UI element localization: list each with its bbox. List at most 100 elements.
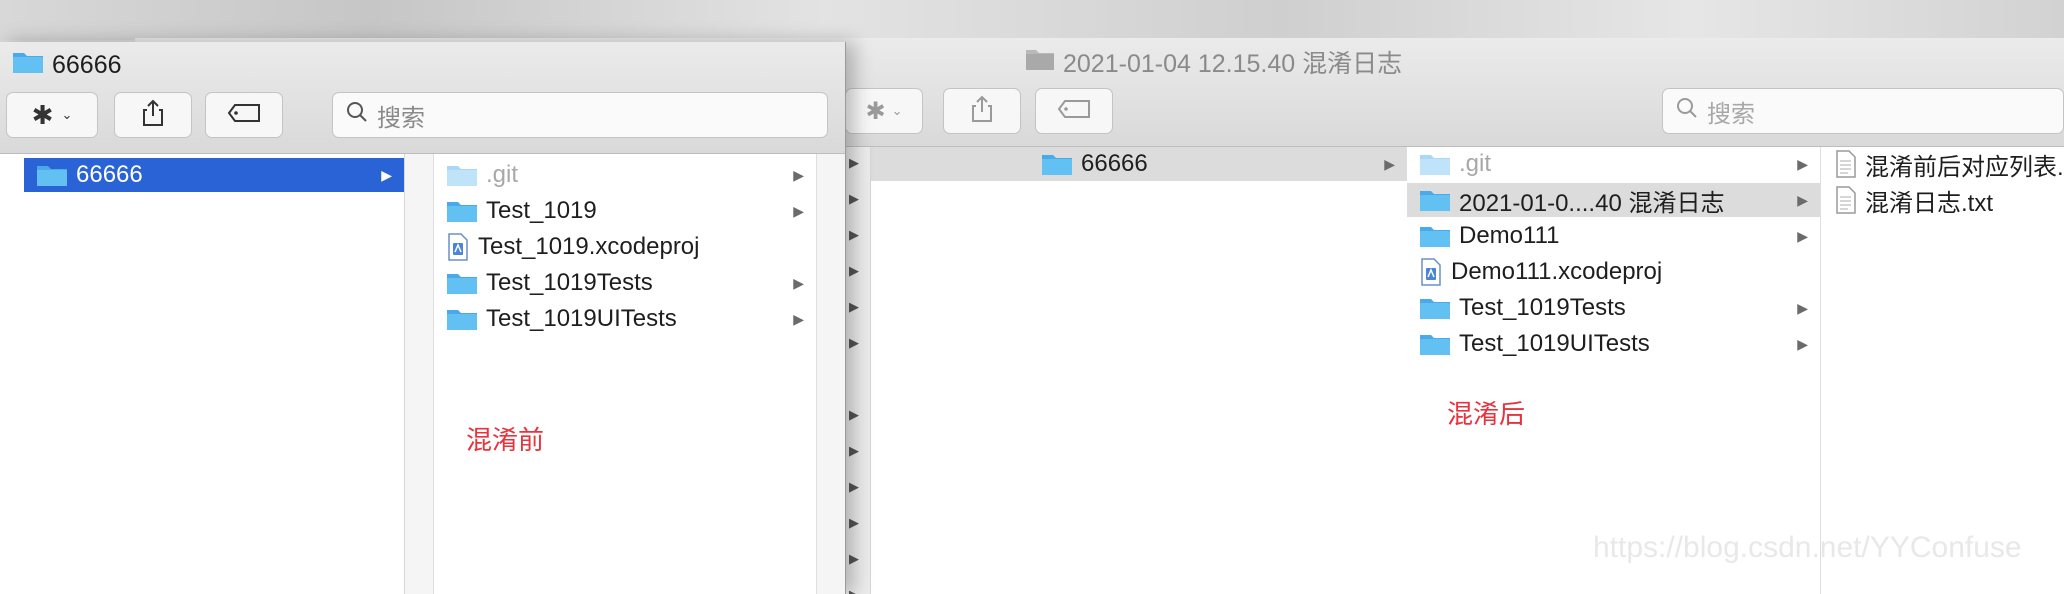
list-item-label: Test_1019 bbox=[486, 197, 597, 224]
search-field[interactable]: 搜索 bbox=[1662, 88, 2064, 134]
tags-button[interactable] bbox=[1035, 88, 1113, 134]
list-item[interactable]: 2021-01-0....40 混淆日志 ▶ bbox=[1407, 183, 1820, 217]
disclosure-arrow-icon: ▶ bbox=[849, 299, 859, 314]
list-item[interactable]: Test_1019UITests ▶ bbox=[434, 302, 816, 336]
disclosure-arrow-icon: ▶ bbox=[849, 443, 859, 458]
column-browser: 66666 ▶ .git ▶ Test_1019 ▶ Test_1019.xcodepr… bbox=[0, 154, 845, 594]
list-item-label: Test_1019Tests bbox=[1459, 294, 1626, 321]
disclosure-arrow-icon: ▶ bbox=[793, 202, 804, 219]
share-button[interactable] bbox=[114, 92, 192, 138]
chevron-down-icon: ⌄ bbox=[891, 103, 903, 118]
list-item[interactable]: 66666 ▶ bbox=[24, 158, 404, 192]
gear-icon: ✱ bbox=[31, 99, 54, 130]
search-icon bbox=[1675, 96, 1699, 127]
folder-icon bbox=[12, 50, 44, 81]
column-divider bbox=[817, 154, 845, 594]
list-item-label: Test_1019UITests bbox=[486, 305, 677, 332]
disclosure-arrow-icon: ▶ bbox=[849, 407, 859, 422]
list-item-label: 混淆日志.txt bbox=[1865, 189, 1994, 217]
list-item[interactable]: Test_1019UITests ▶ bbox=[1407, 327, 1820, 361]
after-annotation: 混淆后 bbox=[1447, 399, 1526, 429]
share-icon bbox=[971, 95, 993, 128]
list-item[interactable]: 混淆日志.txt bbox=[1821, 183, 2064, 217]
action-menu-button[interactable]: ✱ ⌄ bbox=[845, 88, 923, 134]
folder-icon bbox=[1419, 296, 1451, 320]
disclosure-arrow-icon: ▶ bbox=[793, 166, 804, 183]
disclosure-arrow-icon: ▶ bbox=[1797, 299, 1808, 316]
column-1: 66666 ▶ bbox=[871, 147, 1408, 594]
list-item-label: .git bbox=[1459, 150, 1492, 177]
column-2: .git ▶ 2021-01-0....40 混淆日志 ▶ Demo111 ▶ Demo11… bbox=[1407, 147, 1821, 594]
folder-icon bbox=[1419, 152, 1451, 176]
share-button[interactable] bbox=[943, 88, 1021, 134]
before-annotation: 混淆前 bbox=[466, 425, 545, 455]
list-item[interactable]: 66666 ▶ bbox=[871, 147, 1407, 181]
disclosure-arrow-icon: ▶ bbox=[793, 274, 804, 291]
finder-window-before: 66666 ✱ ⌄ 搜索 66666 ▶ .git ▶ Test_1019 ▶ … bbox=[0, 42, 846, 594]
disclosure-arrow-icon: ▶ bbox=[793, 310, 804, 327]
titlebar: 66666 ✱ ⌄ 搜索 bbox=[0, 42, 845, 154]
list-item-label: 2021-01-0....40 混淆日志 bbox=[1459, 189, 1725, 217]
list-item-label: 混淆前后对应列表.txt bbox=[1865, 153, 2064, 181]
action-menu-button[interactable]: ✱ ⌄ bbox=[6, 92, 98, 138]
list-item[interactable]: .git ▶ bbox=[434, 158, 816, 192]
desktop-background bbox=[0, 0, 2064, 40]
disclosure-arrow-icon: ▶ bbox=[1797, 155, 1808, 172]
xcodeproj-icon bbox=[446, 233, 470, 261]
document-icon bbox=[1835, 186, 1857, 214]
disclosure-arrow-icon: ▶ bbox=[1384, 155, 1395, 172]
list-item[interactable]: Demo111.xcodeproj bbox=[1407, 255, 1820, 289]
disclosure-arrow-icon: ▶ bbox=[849, 551, 859, 566]
search-icon bbox=[345, 100, 369, 131]
disclosure-arrow-icon: ▶ bbox=[849, 263, 859, 278]
tag-icon bbox=[1057, 99, 1091, 124]
disclosure-arrow-icon: ▶ bbox=[849, 479, 859, 494]
folder-icon bbox=[446, 199, 478, 223]
document-icon bbox=[1835, 150, 1857, 178]
disclosure-arrow-icon: ▶ bbox=[849, 335, 859, 350]
disclosure-arrow-icon: ▶ bbox=[1797, 191, 1808, 208]
folder-icon bbox=[446, 307, 478, 331]
disclosure-arrow-icon: ▶ bbox=[849, 155, 859, 170]
folder-icon bbox=[1041, 152, 1073, 176]
list-item[interactable]: .git ▶ bbox=[1407, 147, 1820, 181]
disclosure-arrow-icon: ▶ bbox=[381, 166, 392, 183]
folder-icon bbox=[446, 163, 478, 187]
disclosure-arrow-icon: ▶ bbox=[849, 227, 859, 242]
disclosure-arrow-icon: ▶ bbox=[849, 515, 859, 530]
list-item-label: .git bbox=[486, 161, 519, 188]
folder-icon bbox=[36, 163, 68, 187]
search-field[interactable]: 搜索 bbox=[332, 92, 828, 138]
window-title: 66666 bbox=[12, 50, 122, 81]
list-item[interactable]: 混淆前后对应列表.txt bbox=[1821, 147, 2064, 181]
collapsed-columns: ▶ ▶ ▶ ▶ ▶ ▶ ▶ ▶ ▶ ▶ ▶ ▶ bbox=[843, 147, 871, 594]
column-divider bbox=[405, 154, 434, 594]
list-item-label: Demo111 bbox=[1459, 222, 1560, 249]
disclosure-arrow-icon: ▶ bbox=[849, 191, 859, 206]
list-item-label: Test_1019Tests bbox=[486, 269, 653, 296]
xcodeproj-icon bbox=[1419, 258, 1443, 286]
share-icon bbox=[142, 99, 164, 132]
disclosure-arrow-icon: ▶ bbox=[1797, 335, 1808, 352]
list-item[interactable]: Test_1019Tests ▶ bbox=[434, 266, 816, 300]
list-item[interactable]: Test_1019 ▶ bbox=[434, 194, 816, 228]
list-item-label: Test_1019UITests bbox=[1459, 330, 1650, 357]
window-title: 2021-01-04 12.15.40 混淆日志 bbox=[1025, 44, 1402, 80]
folder-icon bbox=[1419, 332, 1451, 356]
column-1: 66666 ▶ bbox=[0, 154, 405, 594]
list-item[interactable]: Test_1019.xcodeproj bbox=[434, 230, 816, 264]
folder-icon bbox=[1419, 224, 1451, 248]
list-item[interactable]: Demo111 ▶ bbox=[1407, 219, 1820, 253]
folder-icon bbox=[1025, 47, 1055, 78]
column-2: .git ▶ Test_1019 ▶ Test_1019.xcodeproj Test_1… bbox=[434, 154, 817, 594]
column-3: 混淆前后对应列表.txt 混淆日志.txt bbox=[1821, 147, 2064, 594]
watermark: https://blog.csdn.net/YYConfuse bbox=[1593, 531, 2022, 564]
chevron-down-icon: ⌄ bbox=[61, 107, 73, 122]
list-item[interactable]: Test_1019Tests ▶ bbox=[1407, 291, 1820, 325]
tag-icon bbox=[227, 103, 261, 128]
tags-button[interactable] bbox=[205, 92, 283, 138]
gear-icon: ✱ bbox=[865, 97, 886, 125]
list-item-label: Test_1019.xcodeproj bbox=[478, 233, 700, 260]
disclosure-arrow-icon: ▶ bbox=[849, 587, 859, 594]
list-item-label: Demo111.xcodeproj bbox=[1451, 258, 1663, 285]
